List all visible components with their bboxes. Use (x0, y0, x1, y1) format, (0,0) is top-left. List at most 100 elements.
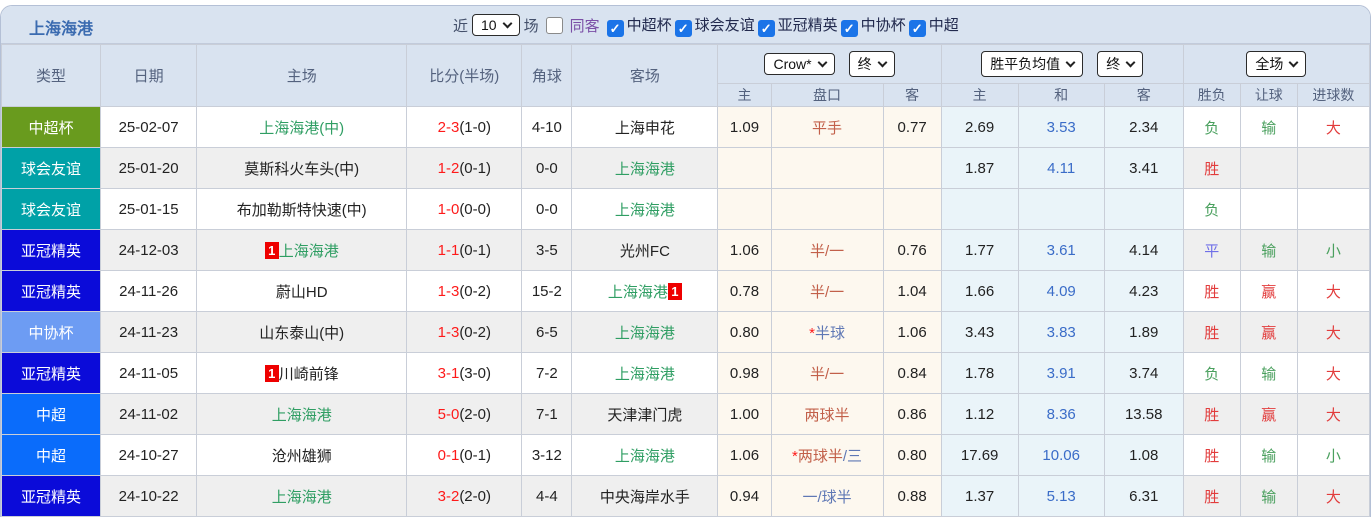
corner-cell: 4-4 (522, 476, 572, 517)
home-team-name: 沧州雄狮 (272, 448, 332, 465)
match-row: 中协杯24-11-23山东泰山(中)1-3(0-2)6-5上海海港0.80*半球… (2, 312, 1370, 353)
goals-result-cell: 小 (1297, 435, 1369, 476)
away-team-name: 天津津门虎 (607, 407, 682, 424)
odds-home-cell: 0.80 (718, 312, 771, 353)
league-checkbox-中协杯[interactable]: ✓ (841, 20, 858, 37)
handicap-cell: 半/一 (771, 353, 883, 394)
home-team-name: 布加勒斯特快速(中) (237, 202, 367, 219)
home-team-name: 上海海港 (272, 489, 332, 506)
odds-home-cell: 0.78 (718, 271, 771, 312)
away-cell: 上海海港 (572, 353, 718, 394)
fulltime-score: 2-3 (438, 119, 460, 136)
match-row: 中超24-10-27沧州雄狮0-1(0-1)3-12上海海港1.06*两球半/三… (2, 435, 1370, 476)
league-checkbox-球会友谊[interactable]: ✓ (675, 20, 692, 37)
avg-home-cell: 1.77 (941, 230, 1018, 271)
corner-cell: 4-10 (522, 107, 572, 148)
match-row: 亚冠精英24-10-22上海海港3-2(2-0)4-4中央海岸水手0.94一/球… (2, 476, 1370, 517)
home-cell: 莫斯科火车头(中) (197, 148, 407, 189)
league-filter-label: 中超 (929, 17, 959, 34)
match-row: 中超24-11-02上海海港5-0(2-0)7-1天津津门虎1.00两球半0.8… (2, 394, 1370, 435)
match-row: 中超杯25-02-07上海海港(中)2-3(1-0)4-10上海申花1.09平手… (2, 107, 1370, 148)
recent-count-value: 10 (481, 17, 497, 33)
wdl-cell: 负 (1183, 189, 1240, 230)
chevron-down-icon (502, 18, 512, 28)
recent-count-select[interactable]: 10 (472, 14, 520, 36)
score-cell: 5-0(2-0) (407, 394, 522, 435)
away-cell: 上海海港 (572, 435, 718, 476)
col-header-score: 比分(半场) (407, 45, 522, 107)
subheader-avg-home: 主 (941, 84, 1018, 107)
corner-cell: 7-2 (522, 353, 572, 394)
avg-home-cell: 1.66 (941, 271, 1018, 312)
league-checkbox-中超杯[interactable]: ✓ (607, 20, 624, 37)
avg-home-cell: 1.87 (941, 148, 1018, 189)
score-cell: 1-3(0-2) (407, 271, 522, 312)
type-cell: 亚冠精英 (2, 476, 101, 517)
handicap-cell: *两球半/三 (771, 435, 883, 476)
avg-type-value: 胜平负均值 (990, 54, 1060, 74)
corner-cell: 7-1 (522, 394, 572, 435)
home-cell: 上海海港 (197, 394, 407, 435)
goals-result-cell (1297, 189, 1369, 230)
match-row: 亚冠精英24-11-26蔚山HD1-3(0-2)15-2上海海港10.78半/一… (2, 271, 1370, 312)
fulltime-score: 1-0 (438, 201, 460, 218)
fulltime-score: 1-1 (438, 242, 460, 259)
match-table: 类型 日期 主场 比分(半场) 角球 客场 Crow* 终 (1, 44, 1370, 517)
titlebar: 上海海港 近 10 场 同客 ✓中超杯✓球会友谊✓亚冠精英✓中协杯✓中超 (1, 6, 1370, 44)
away-team-name: 中央海岸水手 (600, 489, 690, 506)
goals-result-cell (1297, 148, 1369, 189)
away-cell: 上海海港 (572, 189, 718, 230)
red-card-badge: 1 (265, 242, 279, 259)
home-cell: 1上海海港 (197, 230, 407, 271)
col-header-away: 客场 (572, 45, 718, 107)
fulltime-score: 1-2 (438, 160, 460, 177)
away-team-name: 上海海港 (615, 366, 675, 383)
handicap-text: 两球半 (805, 407, 850, 424)
home-cell: 沧州雄狮 (197, 435, 407, 476)
date-cell: 25-01-20 (101, 148, 197, 189)
avg-draw-cell: 3.53 (1018, 107, 1104, 148)
wdl-cell: 胜 (1183, 394, 1240, 435)
away-cell: 天津津门虎 (572, 394, 718, 435)
league-checkbox-亚冠精英[interactable]: ✓ (758, 20, 775, 37)
home-cell: 上海海港(中) (197, 107, 407, 148)
avg-type-select[interactable]: 胜平负均值 (981, 51, 1083, 77)
odds-state-select[interactable]: 终 (849, 51, 895, 77)
red-card-badge: 1 (668, 283, 682, 300)
away-cell: 上海申花 (572, 107, 718, 148)
avg-away-cell: 3.41 (1104, 148, 1183, 189)
avg-away-cell: 4.23 (1104, 271, 1183, 312)
corner-cell: 0-0 (522, 189, 572, 230)
league-filter-label: 中协杯 (861, 17, 906, 34)
home-team-name: 蔚山HD (276, 284, 328, 301)
avg-state-select[interactable]: 终 (1097, 51, 1143, 77)
home-team-name: 莫斯科火车头(中) (244, 161, 359, 178)
league-checkbox-中超[interactable]: ✓ (909, 20, 926, 37)
subheader-avg-away: 客 (1104, 84, 1183, 107)
away-team-name: 上海海港 (615, 161, 675, 178)
handicap-result-cell: 输 (1240, 353, 1297, 394)
home-team-name: 上海海港 (279, 243, 339, 260)
subheader-odds-home: 主 (718, 84, 771, 107)
avg-away-cell: 2.34 (1104, 107, 1183, 148)
handicap-text: 半/一 (810, 243, 844, 260)
avg-home-cell: 17.69 (941, 435, 1018, 476)
goals-result-cell: 大 (1297, 476, 1369, 517)
avg-draw-cell: 8.36 (1018, 394, 1104, 435)
halftime-score: (0-1) (459, 242, 491, 259)
league-filter-label: 中超杯 (627, 17, 672, 34)
handicap-cell: *半球 (771, 312, 883, 353)
scope-select[interactable]: 全场 (1246, 51, 1306, 77)
same-away-checkbox[interactable] (546, 17, 563, 34)
away-team-name: 上海海港 (615, 325, 675, 342)
league-filter-label: 球会友谊 (695, 17, 755, 34)
same-away-label: 同客 (570, 15, 600, 36)
odds-away-cell (883, 148, 941, 189)
handicap-result-cell: 赢 (1240, 394, 1297, 435)
avg-draw-cell: 3.91 (1018, 353, 1104, 394)
odds-company-select[interactable]: Crow* (764, 53, 834, 75)
halftime-score: (3-0) (459, 365, 491, 382)
fulltime-score: 1-3 (438, 283, 460, 300)
goals-result-cell: 小 (1297, 230, 1369, 271)
home-team-name: 川崎前锋 (279, 366, 339, 383)
